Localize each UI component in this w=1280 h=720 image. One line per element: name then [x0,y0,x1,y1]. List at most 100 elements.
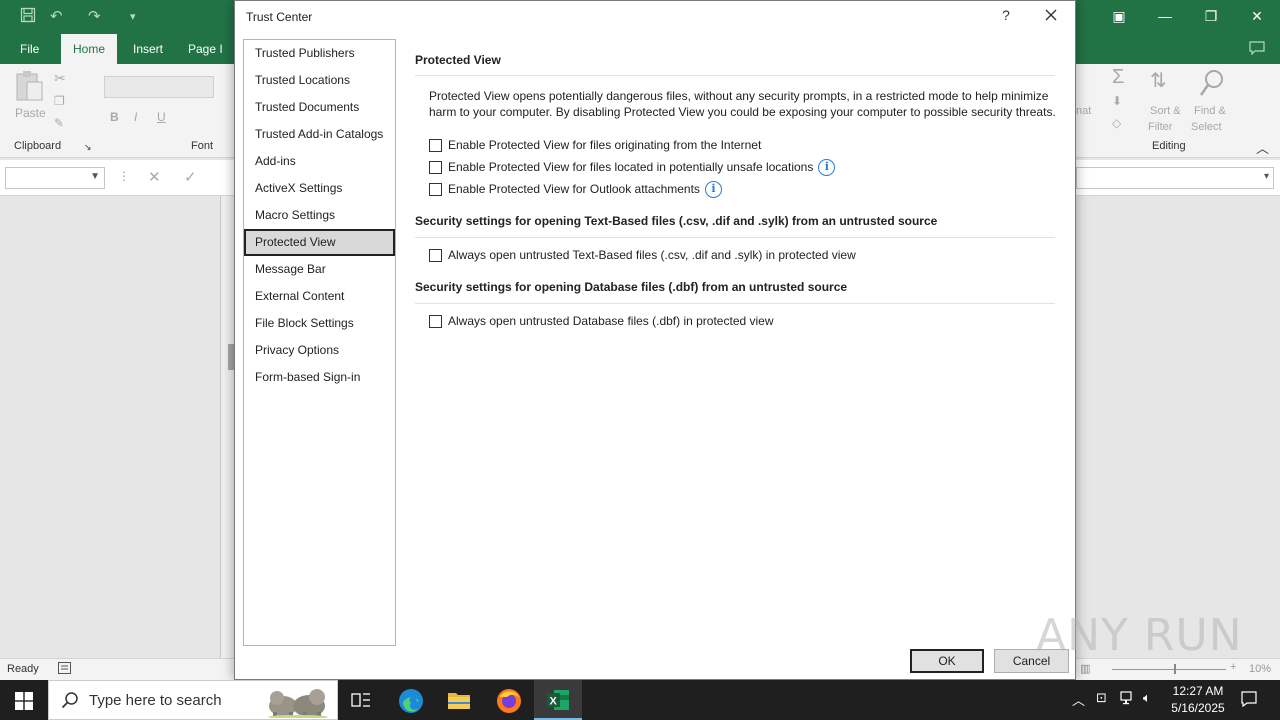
paste-label[interactable]: Paste [15,106,46,120]
bold-icon[interactable]: B [110,110,119,124]
outlook-attachments-checkbox[interactable] [429,182,442,196]
unsafe-locations-label[interactable]: Enable Protected View for files located … [448,160,813,174]
help-button[interactable]: ? [999,7,1013,23]
save-icon[interactable] [20,7,36,27]
format-label-partial[interactable]: nat [1076,105,1091,117]
paste-icon[interactable] [14,70,46,107]
nav-file-block-settings[interactable]: File Block Settings [244,310,395,337]
file-explorer-taskbar-button[interactable] [435,680,483,720]
nav-privacy-options[interactable]: Privacy Options [244,337,395,364]
sort-filter-label-1[interactable]: Sort & [1150,105,1181,117]
find-select-icon[interactable] [1198,68,1226,101]
nav-activex-settings[interactable]: ActiveX Settings [244,175,395,202]
internet-files-checkbox[interactable] [429,138,442,152]
nav-protected-view[interactable]: Protected View [244,229,395,256]
search-placeholder[interactable]: Type here to search [89,692,222,709]
database-checkbox[interactable] [429,314,442,328]
tab-insert[interactable]: Insert [123,34,173,64]
minimize-icon[interactable]: — [1142,4,1188,28]
network-icon[interactable] [1120,690,1136,709]
text-based-checkbox[interactable] [429,248,442,262]
macro-record-icon[interactable] [58,662,71,677]
format-painter-icon[interactable]: ✎ [54,116,64,130]
customize-qat-icon[interactable]: ▾ [130,10,136,23]
tab-home[interactable]: Home [61,34,117,64]
zoom-slider[interactable] [1112,669,1226,670]
taskbar-clock[interactable]: 12:27 AM 5/16/2025 [1160,683,1236,717]
copy-icon[interactable]: ❐ [54,94,65,108]
italic-icon[interactable]: I [134,110,137,124]
taskbar-search-box[interactable]: Type here to search [48,680,338,720]
comment-icon[interactable] [1234,38,1280,62]
tab-page-layout[interactable]: Page I [178,34,233,64]
text-based-label[interactable]: Always open untrusted Text-Based files (… [448,248,856,262]
clipboard-group-label: Clipboard [14,140,62,152]
show-hidden-icons[interactable]: ︿ [1072,690,1085,709]
firefox-taskbar-button[interactable] [485,680,533,720]
close-window-icon[interactable]: ✕ [1234,4,1280,28]
volume-icon[interactable]: 🔈︎ [1143,690,1151,706]
unsafe-locations-checkbox[interactable] [429,160,442,174]
nav-form-based-sign-in[interactable]: Form-based Sign-in [244,364,395,391]
autosum-icon[interactable]: Σ [1112,66,1124,89]
database-heading: Security settings for opening Database f… [415,280,848,294]
task-view-button[interactable] [338,680,386,720]
zoom-level[interactable]: 10% [1249,663,1271,675]
nav-external-content[interactable]: External Content [244,283,395,310]
nav-trusted-publishers[interactable]: Trusted Publishers [244,40,395,67]
ribbon-display-icon[interactable]: ▣ [1096,4,1142,28]
info-icon[interactable]: i [704,180,722,198]
clipboard-launcher-icon[interactable]: ↘ [84,142,92,153]
option-unsafe-locations[interactable]: Enable Protected View for files located … [429,158,836,176]
tab-file[interactable]: File [10,34,49,64]
find-select-label-1[interactable]: Find & [1194,105,1226,117]
font-name-box[interactable] [104,76,214,98]
info-icon[interactable]: i [818,158,836,176]
nav-trusted-documents[interactable]: Trusted Documents [244,94,395,121]
redo-icon[interactable]: ↷ [88,7,101,25]
clock-time: 12:27 AM [1172,684,1224,698]
clear-icon[interactable]: ◇ [1112,116,1121,130]
name-box[interactable]: ▼ [5,167,105,189]
collapse-ribbon-icon[interactable]: ︿ [1256,138,1269,157]
undo-icon[interactable]: ↶ [50,7,63,25]
formula-input[interactable]: ▾ [1076,167,1274,189]
zoom-in-icon[interactable]: + [1230,661,1236,673]
edge-taskbar-button[interactable] [387,680,435,720]
name-box-dropdown-icon[interactable]: ▼ [90,171,100,182]
clock-date: 5/16/2025 [1171,701,1225,715]
internet-files-label[interactable]: Enable Protected View for files originat… [448,138,761,152]
sort-filter-icon[interactable]: ⇅ [1150,68,1167,93]
sort-filter-label-2[interactable]: Filter [1148,121,1172,133]
nav-add-ins[interactable]: Add-ins [244,148,395,175]
expand-formula-icon[interactable]: ▾ [1264,171,1269,182]
option-text-based-files[interactable]: Always open untrusted Text-Based files (… [429,247,856,263]
option-internet-files[interactable]: Enable Protected View for files originat… [429,137,761,153]
nav-trusted-locations[interactable]: Trusted Locations [244,67,395,94]
zoom-slider-thumb[interactable] [1174,664,1176,674]
section-divider [415,303,1055,304]
excel-taskbar-button[interactable]: X [534,680,582,720]
notifications-icon[interactable] [1240,690,1258,711]
section-divider [415,237,1055,238]
ok-button[interactable]: OK [910,649,984,673]
start-button[interactable] [0,680,48,720]
page-layout-view-icon[interactable]: ▥ [1080,662,1090,675]
fill-icon[interactable]: ⬇ [1112,94,1122,108]
restore-icon[interactable]: ❐ [1188,4,1234,28]
database-label[interactable]: Always open untrusted Database files (.d… [448,314,774,328]
enter-entry-icon[interactable]: ✓ [184,168,197,186]
nav-trusted-addin-catalogs[interactable]: Trusted Add-in Catalogs [244,121,395,148]
option-database-files[interactable]: Always open untrusted Database files (.d… [429,313,774,329]
meet-now-icon[interactable]: ⊡ [1096,690,1107,706]
nav-macro-settings[interactable]: Macro Settings [244,202,395,229]
cancel-entry-icon[interactable]: ✕ [148,168,161,186]
section-divider [415,75,1055,76]
underline-icon[interactable]: U [157,110,166,124]
find-select-label-2[interactable]: Select [1191,121,1222,133]
option-outlook-attachments[interactable]: Enable Protected View for Outlook attach… [429,180,722,198]
outlook-attachments-label[interactable]: Enable Protected View for Outlook attach… [448,182,700,196]
cut-icon[interactable]: ✂ [54,70,66,87]
nav-message-bar[interactable]: Message Bar [244,256,395,283]
close-icon[interactable] [1041,5,1061,25]
